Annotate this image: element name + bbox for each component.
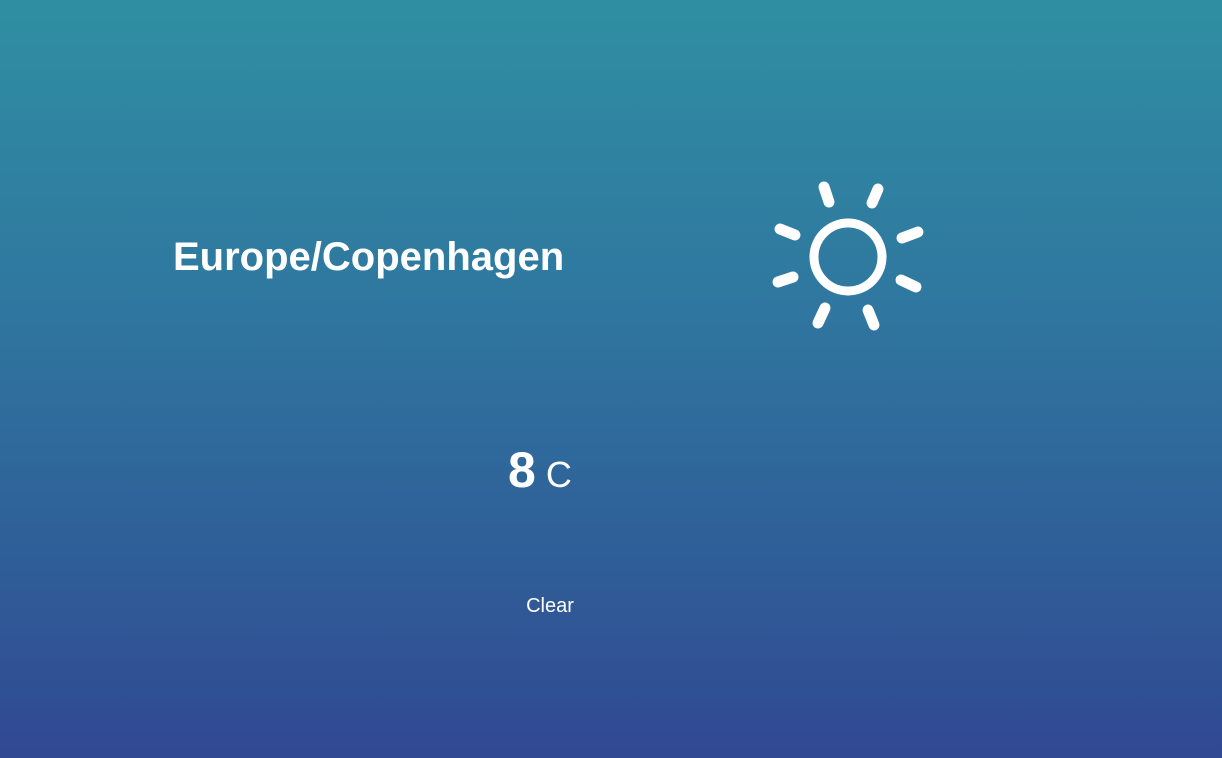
temperature-display: 8C: [508, 440, 572, 500]
weather-condition: Clear: [526, 595, 574, 617]
temperature-value: 8: [508, 442, 536, 498]
sun-icon: [768, 177, 928, 337]
timezone-title: Europe/Copenhagen: [173, 235, 565, 279]
temperature-unit: C: [545, 454, 572, 495]
